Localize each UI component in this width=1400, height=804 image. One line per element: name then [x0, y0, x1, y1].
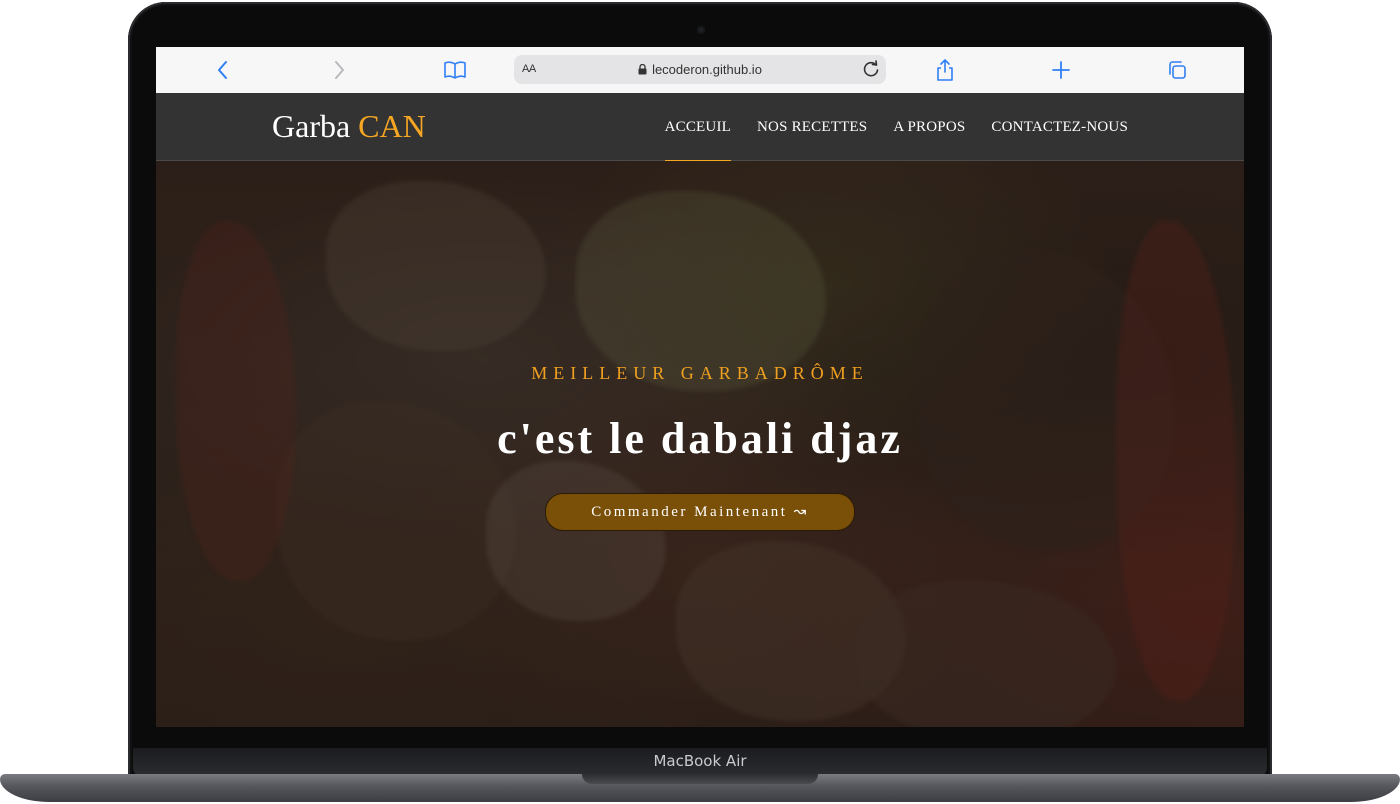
bookmarks-book-icon[interactable] [442, 57, 468, 83]
brand-main: Garba [272, 108, 359, 144]
hero-headline: c'est le dabali djaz [497, 414, 903, 463]
back-chevron-icon[interactable] [210, 57, 236, 83]
nav-item-acceuil[interactable]: ACCEUIL [664, 93, 732, 164]
hero-content: MEILLEUR GARBADRÔME c'est le dabali djaz… [156, 161, 1244, 727]
site-navbar: Garba CAN ACCEUIL NOS RECETTES A PROPOS … [156, 93, 1244, 164]
nav-item-nos-recettes[interactable]: NOS RECETTES [757, 93, 867, 160]
hero-section: MEILLEUR GARBADRÔME c'est le dabali djaz… [156, 161, 1244, 727]
reload-icon[interactable] [860, 58, 882, 80]
site-logo[interactable]: Garba CAN [272, 108, 426, 145]
camera-icon [697, 26, 705, 34]
brand-accent: CAN [358, 108, 426, 144]
forward-chevron-icon[interactable] [326, 57, 352, 83]
browser-toolbar: AA lecoderon.github.io [156, 47, 1244, 94]
main-menu: ACCEUIL NOS RECETTES A PROPOS CONTACTEZ-… [664, 93, 1128, 164]
laptop-thumb-notch [582, 774, 818, 784]
laptop-screen: AA lecoderon.github.io Garba CAN ACCEUIL… [156, 47, 1244, 727]
plus-icon[interactable] [1048, 57, 1074, 83]
order-now-button[interactable]: Commander Maintenant ↝ [545, 493, 855, 531]
laptop-model-label: MacBook Air [653, 752, 747, 770]
lock-icon [638, 63, 647, 78]
nav-item-a-propos[interactable]: A PROPOS [893, 93, 965, 160]
laptop-mockup: AA lecoderon.github.io Garba CAN ACCEUIL… [0, 0, 1400, 804]
nav-item-contactez-nous[interactable]: CONTACTEZ-NOUS [991, 93, 1128, 160]
address-bar[interactable]: AA lecoderon.github.io [514, 55, 886, 84]
share-icon[interactable] [932, 57, 958, 83]
tabs-icon[interactable] [1164, 57, 1190, 83]
hero-kicker: MEILLEUR GARBADRÔME [531, 363, 869, 383]
url-text: lecoderon.github.io [652, 62, 762, 77]
url-display[interactable]: lecoderon.github.io [514, 62, 886, 78]
